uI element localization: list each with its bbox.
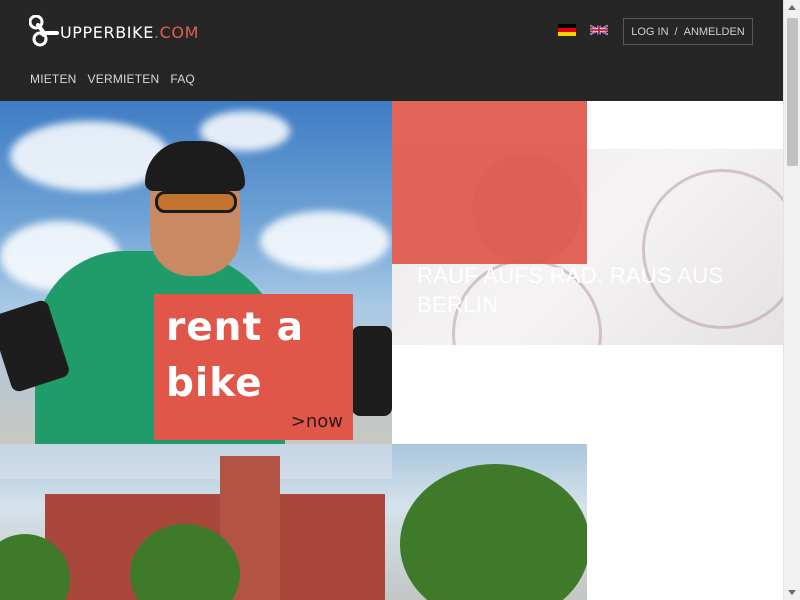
language-switcher (558, 24, 608, 36)
rent-line-2: bike (166, 361, 263, 406)
hero-section: rent a bike >now RAUF AUFS RAD. RAUS AUS… (0, 101, 783, 600)
rent-a-bike-badge[interactable]: rent a bike >now (154, 294, 353, 440)
berlin-church-photo (0, 444, 587, 600)
page-scrollbar[interactable] (783, 0, 800, 600)
scroll-up-icon[interactable] (788, 5, 796, 10)
cyclist-photo: rent a bike >now (0, 101, 392, 444)
bike-key-logo-icon (29, 15, 59, 47)
logo-brand: UPPERBIKE (60, 22, 154, 42)
main-nav: MIETEN VERMIETEN FAQ (30, 72, 195, 86)
rent-title: rent a bike (166, 300, 304, 412)
scroll-down-icon[interactable] (788, 590, 796, 595)
logo-tld: .COM (153, 22, 199, 42)
nav-item-mieten[interactable]: MIETEN (30, 72, 77, 86)
site-logo[interactable]: UPPERBIKE.COM (29, 15, 199, 47)
nav-item-vermieten[interactable]: VERMIETEN (88, 72, 160, 86)
login-link[interactable]: LOG IN (631, 26, 668, 38)
site-header: UPPERBIKE.COM LOG IN / ANMELDEN MIETEN V… (0, 0, 783, 101)
flag-uk-icon[interactable] (590, 24, 608, 36)
scroll-thumb[interactable] (787, 18, 798, 166)
rent-line-1: rent a (166, 305, 304, 350)
auth-separator: / (674, 25, 678, 38)
register-link[interactable]: ANMELDEN (684, 26, 745, 38)
flag-germany-icon[interactable] (558, 24, 576, 36)
accent-square (392, 101, 587, 264)
auth-box: LOG IN / ANMELDEN (623, 18, 753, 45)
hero-tagline: RAUF AUFS RAD. RAUS AUS BERLIN (417, 263, 724, 317)
nav-item-faq[interactable]: FAQ (170, 72, 195, 86)
rent-now: >now (290, 411, 343, 432)
logo-text: UPPERBIKE.COM (60, 23, 199, 42)
